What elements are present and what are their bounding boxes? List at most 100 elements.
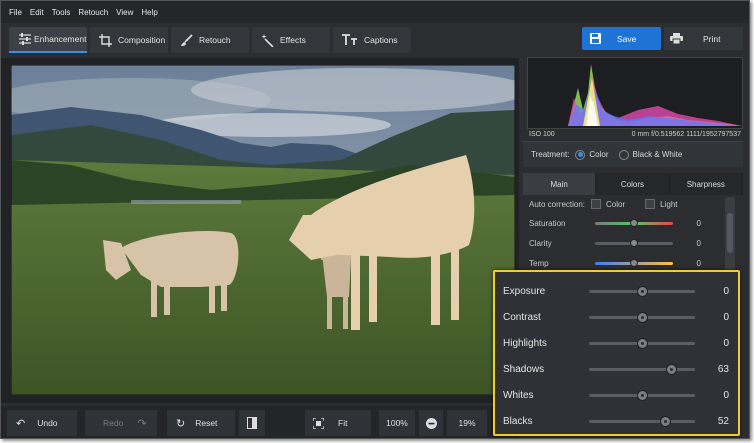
auto-correction-row: Auto correction: Color Light (529, 195, 734, 213)
whites-slider[interactable] (589, 389, 695, 401)
print-label: Print (703, 33, 721, 44)
menu-retouch[interactable]: Retouch (78, 8, 108, 17)
shadows-slider[interactable] (589, 363, 695, 375)
auto-color-label: Color (606, 199, 626, 209)
fit-screen-icon (313, 417, 324, 429)
redo-label: Redo (103, 418, 124, 428)
menu-file[interactable]: File (9, 8, 22, 17)
saturation-label: Saturation (529, 218, 566, 228)
redo-button[interactable]: Redo ↷ (85, 410, 157, 436)
tab-main[interactable]: Main (523, 173, 597, 195)
tab-effects[interactable]: Effects (252, 27, 330, 53)
panel-tabs: Main Colors Sharpness (523, 173, 743, 195)
blacks-knob[interactable] (660, 415, 671, 427)
redo-icon: ↷ (137, 417, 147, 430)
saturation-value: 0 (696, 218, 701, 228)
compare-icon (247, 417, 257, 429)
text-icon (342, 34, 357, 45)
saturation-knob[interactable] (630, 218, 638, 227)
tab-colors[interactable]: Colors (596, 173, 670, 195)
clarity-slider[interactable] (595, 238, 673, 247)
slider-row-whites: Whites 0 (503, 384, 729, 406)
tab-label: Retouch (199, 35, 231, 45)
exif-label: 0 mm f/0.519562 1111/1952797537 (631, 131, 741, 138)
temp-label: Temp (529, 258, 549, 268)
tab-label: Composition (118, 35, 166, 45)
treatment-label: Treatment: (531, 150, 570, 159)
temp-knob[interactable] (630, 258, 638, 267)
reset-icon: ↻ (176, 417, 186, 430)
tab-label: Captions (364, 35, 398, 45)
zoom-100-button[interactable]: 100% (379, 410, 415, 436)
slider-row-exposure: Exposure 0 (503, 280, 729, 302)
crop-icon (99, 33, 112, 47)
clarity-knob[interactable] (630, 238, 638, 247)
auto-light-checkbox[interactable] (645, 199, 656, 209)
print-button[interactable]: Print (664, 27, 743, 50)
photo-preview[interactable] (11, 65, 515, 395)
contrast-value: 0 (723, 311, 729, 323)
shadows-knob[interactable] (666, 363, 677, 375)
zoom-out-icon (425, 417, 437, 429)
whites-knob[interactable] (637, 389, 648, 401)
zoom-out-button[interactable] (419, 410, 443, 436)
tab-sharpness[interactable]: Sharpness (669, 173, 743, 195)
magic-wand-icon (261, 33, 274, 47)
menu-edit[interactable]: Edit (30, 8, 44, 17)
blacks-value: 52 (717, 415, 729, 427)
blacks-slider[interactable] (589, 415, 695, 427)
auto-color-checkbox[interactable] (591, 199, 602, 209)
auto-light-label: Light (660, 199, 678, 209)
whites-label: Whites (503, 389, 534, 401)
radio-color-label: Color (589, 150, 609, 159)
compare-button[interactable] (239, 410, 265, 436)
save-label: Save (617, 33, 637, 44)
whites-value: 0 (723, 389, 729, 401)
radio-bw-label: Black & White (632, 150, 683, 159)
zoom-100-label: 100% (386, 418, 408, 428)
menu-help[interactable]: Help (141, 8, 157, 17)
exposure-slider[interactable] (589, 285, 695, 297)
bottom-toolbar: ↶ Undo Redo ↷ ↻ Reset Fit 100% 19% (1, 406, 519, 438)
slider-row-clarity: Clarity 0 (529, 234, 734, 252)
slider-row-shadows: Shadows 63 (503, 358, 729, 380)
save-icon (590, 33, 601, 44)
highlighted-sliders-callout: Exposure 0 Contrast 0 Highlights 0 Shado… (493, 270, 740, 436)
exposure-label: Exposure (503, 285, 546, 297)
slider-row-contrast: Contrast 0 (503, 306, 729, 328)
radio-color[interactable] (575, 149, 586, 160)
highlights-slider[interactable] (589, 337, 695, 349)
menu-bar: File Edit Tools Retouch View Help (1, 1, 749, 23)
highlights-value: 0 (723, 337, 729, 349)
zoom-value[interactable]: 19% (447, 410, 487, 436)
brush-icon (181, 33, 193, 46)
panel-scrollbar-thumb[interactable] (727, 213, 733, 253)
tab-composition[interactable]: Composition (90, 27, 168, 53)
slider-row-highlights: Highlights 0 (503, 332, 729, 354)
save-button[interactable]: Save (582, 27, 661, 50)
saturation-slider[interactable] (595, 218, 673, 227)
sliders-icon (19, 33, 31, 45)
contrast-knob[interactable] (637, 311, 648, 323)
highlights-knob[interactable] (637, 337, 648, 349)
radio-bw[interactable] (618, 149, 629, 160)
temp-value: 0 (696, 258, 701, 268)
treatment-row: Treatment: Color Black & White (523, 141, 743, 167)
shadows-value: 63 (717, 363, 729, 375)
tab-enhancement[interactable]: Enhancement (9, 27, 87, 53)
undo-button[interactable]: ↶ Undo (7, 410, 77, 436)
reset-button[interactable]: ↻ Reset (167, 410, 235, 436)
printer-icon (670, 33, 683, 44)
highlights-label: Highlights (503, 337, 547, 349)
fit-button[interactable]: Fit (305, 410, 371, 436)
exposure-knob[interactable] (637, 285, 648, 297)
tab-captions[interactable]: Captions (333, 27, 411, 53)
clarity-value: 0 (696, 238, 701, 248)
tab-retouch[interactable]: Retouch (171, 27, 249, 53)
tab-label: Effects (280, 35, 306, 45)
contrast-slider[interactable] (589, 311, 695, 323)
shadows-label: Shadows (503, 363, 545, 375)
menu-view[interactable]: View (116, 8, 133, 17)
menu-tools[interactable]: Tools (52, 8, 71, 17)
temp-slider[interactable] (595, 258, 673, 267)
